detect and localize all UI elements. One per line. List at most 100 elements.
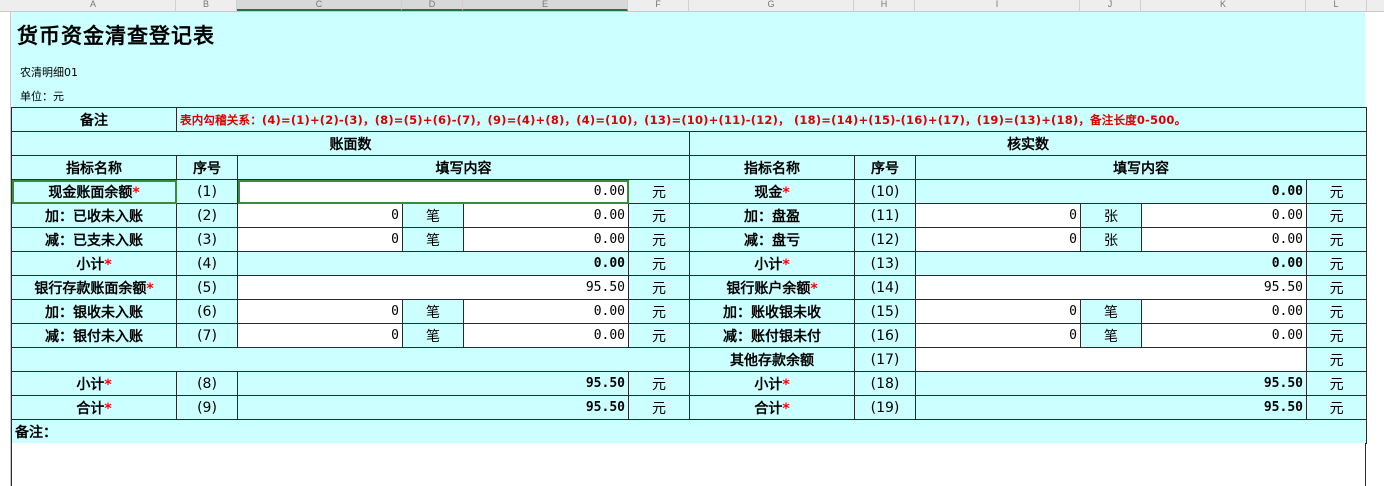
sheet-title: 货币资金清查登记表 bbox=[17, 24, 215, 48]
sheet-subtitle: 农清明细01 bbox=[20, 66, 78, 79]
bpaid-count-input[interactable]: 0 bbox=[237, 323, 403, 348]
paid-count-input[interactable]: 0 bbox=[237, 227, 403, 252]
unit-yuan: 元 bbox=[628, 371, 690, 396]
loss-amount-input[interactable]: 0.00 bbox=[1141, 227, 1307, 252]
row-seq: (13) bbox=[854, 251, 916, 276]
unit-yuan: 元 bbox=[628, 251, 690, 276]
col-i-header[interactable]: I bbox=[915, 0, 1080, 11]
total-value: 95.50 bbox=[237, 395, 629, 420]
cash-check-table: 备注 表内勾稽关系：(4)=(1)+(2)-(3)，(8)=(5)+(6)-(7… bbox=[10, 107, 1368, 444]
col-c-header[interactable]: C bbox=[237, 0, 402, 11]
col-d-header[interactable]: D bbox=[402, 0, 463, 11]
unit-bi: 笔 bbox=[402, 299, 464, 324]
row-seq: (2) bbox=[176, 203, 238, 228]
row-label: 合计* bbox=[11, 395, 177, 420]
row-seq: (15) bbox=[854, 299, 916, 324]
rule-text: 表内勾稽关系：(4)=(1)+(2)-(3)，(8)=(5)+(6)-(7)，(… bbox=[175, 107, 1368, 132]
bank-book-input[interactable]: 95.50 bbox=[237, 275, 629, 300]
subtotal-value: 0.00 bbox=[915, 251, 1307, 276]
apaid-amount-input[interactable]: 0.00 bbox=[1141, 323, 1307, 348]
required-star: * bbox=[146, 280, 154, 297]
brecv-amount-input[interactable]: 0.00 bbox=[463, 299, 629, 324]
row-label: 加：盘盈 bbox=[689, 203, 855, 228]
row-seq: (6) bbox=[176, 299, 238, 324]
table-row: 小计* (4) 0.00 元 小计* (13) 0.00 元 bbox=[11, 251, 1368, 276]
row-label: 银行账户余额* bbox=[689, 275, 855, 300]
brecv-count-input[interactable]: 0 bbox=[237, 299, 403, 324]
row-label-text: 小计 bbox=[754, 376, 783, 393]
table-row: 其他存款余额 (17) 元 bbox=[11, 347, 1368, 372]
required-star: * bbox=[104, 256, 112, 273]
loss-count-input[interactable]: 0 bbox=[915, 227, 1081, 252]
row-seq: (8) bbox=[176, 371, 238, 396]
unit-yuan: 元 bbox=[1305, 323, 1368, 348]
table-row: 合计* (9) 95.50 元 合计* (19) 95.50 元 bbox=[11, 395, 1368, 420]
required-star: * bbox=[132, 184, 140, 201]
table-row: 小计* (8) 95.50 元 小计* (18) 95.50 元 bbox=[11, 371, 1368, 396]
bpaid-amount-input[interactable]: 0.00 bbox=[463, 323, 629, 348]
unit-zhang: 张 bbox=[1080, 203, 1142, 228]
book-value-header: 账面数 bbox=[11, 131, 690, 156]
cash-book-name[interactable]: 现金账面余额* bbox=[11, 179, 177, 204]
col-a-header[interactable]: A bbox=[11, 0, 176, 11]
unit-yuan: 元 bbox=[1305, 179, 1368, 204]
col-g-header[interactable]: G bbox=[689, 0, 854, 11]
row-seq: (9) bbox=[176, 395, 238, 420]
row-label: 减：银付未入账 bbox=[11, 323, 177, 348]
surplus-amount-input[interactable]: 0.00 bbox=[1141, 203, 1307, 228]
required-star: * bbox=[782, 256, 790, 273]
arecv-amount-input[interactable]: 0.00 bbox=[1141, 299, 1307, 324]
left-fill-header: 填写内容 bbox=[237, 155, 690, 180]
unit-yuan: 元 bbox=[1305, 227, 1368, 252]
table-row: 加：已收未入账 (2) 0 笔 0.00 元 加：盘盈 (11) 0 张 0.0… bbox=[11, 203, 1368, 228]
recv-count-input[interactable]: 0 bbox=[237, 203, 403, 228]
other-deposit-input[interactable] bbox=[915, 347, 1307, 372]
surplus-count-input[interactable]: 0 bbox=[915, 203, 1081, 228]
bank-account-input[interactable]: 95.50 bbox=[915, 275, 1307, 300]
total-value: 95.50 bbox=[915, 395, 1307, 420]
subtotal-value: 0.00 bbox=[237, 251, 629, 276]
row-label: 合计* bbox=[689, 395, 855, 420]
row-label: 小计* bbox=[689, 371, 855, 396]
col-e-header[interactable]: E bbox=[463, 0, 628, 11]
row-label-text: 小计 bbox=[754, 256, 783, 273]
column-header-bar: A B C D E F G H I J K L bbox=[0, 0, 1384, 12]
row-seq: (16) bbox=[854, 323, 916, 348]
arecv-count-input[interactable]: 0 bbox=[915, 299, 1081, 324]
row-seq: (12) bbox=[854, 227, 916, 252]
remark-label: 备注 bbox=[11, 107, 177, 132]
remark-input-area[interactable] bbox=[11, 443, 1366, 486]
row-label: 银行存款账面余额* bbox=[11, 275, 177, 300]
col-j-header[interactable]: J bbox=[1080, 0, 1141, 11]
col-f-header[interactable]: F bbox=[628, 0, 689, 11]
col-h-header[interactable]: H bbox=[854, 0, 915, 11]
unit-yuan: 元 bbox=[1305, 347, 1368, 372]
row-seq: (3) bbox=[176, 227, 238, 252]
paid-amount-input[interactable]: 0.00 bbox=[463, 227, 629, 252]
table-row: 现金账面余额* (1) 0.00 元 现金* (10) 0.00 元 bbox=[11, 179, 1368, 204]
row-label: 加：账收银未收 bbox=[689, 299, 855, 324]
col-l-header[interactable]: L bbox=[1306, 0, 1367, 11]
cash-book-input[interactable]: 0.00 bbox=[237, 179, 629, 204]
col-b-header[interactable]: B bbox=[176, 0, 237, 11]
apaid-count-input[interactable]: 0 bbox=[915, 323, 1081, 348]
row-label-text: 小计 bbox=[76, 376, 105, 393]
col-k-header[interactable]: K bbox=[1141, 0, 1306, 11]
unit-bi: 笔 bbox=[1080, 323, 1142, 348]
unit-yuan: 元 bbox=[628, 227, 690, 252]
unit-yuan: 元 bbox=[1305, 251, 1368, 276]
row-label: 小计* bbox=[11, 371, 177, 396]
required-star: * bbox=[104, 400, 112, 417]
required-star: * bbox=[782, 376, 790, 393]
row-seq: (4) bbox=[176, 251, 238, 276]
row-seq: (18) bbox=[854, 371, 916, 396]
table-row: 银行存款账面余额* (5) 95.50 元 银行账户余额* (14) 95.50… bbox=[11, 275, 1368, 300]
subtotal-value: 95.50 bbox=[237, 371, 629, 396]
row-label: 小计* bbox=[11, 251, 177, 276]
row-seq: (1) bbox=[176, 179, 238, 204]
row-seq: (5) bbox=[176, 275, 238, 300]
unit-bi: 笔 bbox=[1080, 299, 1142, 324]
unit-yuan: 元 bbox=[628, 299, 690, 324]
title-area: 货币资金清查登记表 农清明细01 单位：元 bbox=[11, 12, 1365, 119]
recv-amount-input[interactable]: 0.00 bbox=[463, 203, 629, 228]
